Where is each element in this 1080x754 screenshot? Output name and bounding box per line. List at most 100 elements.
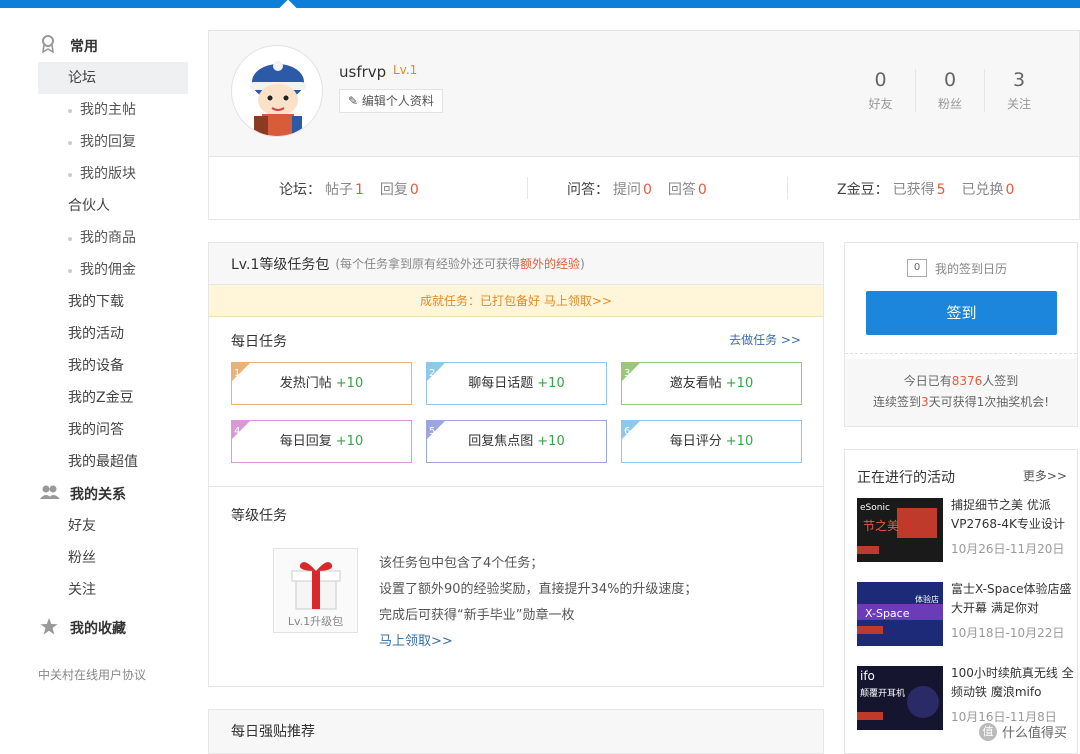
- activity-title[interactable]: 捕捉细节之美 优派VP2768-4K专业设计: [951, 496, 1077, 534]
- task-corner: 1: [232, 363, 250, 381]
- activity-thumbnail[interactable]: eSonic 节之美: [857, 498, 943, 562]
- task-points: +10: [335, 434, 364, 449]
- bean-got-count[interactable]: 5: [937, 182, 946, 198]
- activities-title: 正在进行的活动: [857, 470, 955, 486]
- gift-icon: [291, 562, 340, 610]
- level-badge: Lv.1: [393, 63, 418, 77]
- task-card-5[interactable]: 5 回复焦点图 +10: [426, 420, 607, 463]
- sidebar-item-forum[interactable]: 论坛: [38, 62, 188, 94]
- task-card-3[interactable]: 3 邀友看帖 +10: [621, 362, 802, 405]
- svg-text:ifo: ifo: [860, 669, 875, 683]
- svg-text:体验店: 体验店: [915, 594, 939, 604]
- sign-in-button[interactable]: 签到: [866, 291, 1057, 335]
- activity-title[interactable]: 富士X-Space体验店盛大开幕 满足你对: [951, 580, 1077, 618]
- svg-text:颠覆开耳机: 颠覆开耳机: [860, 687, 905, 699]
- sidebar-item-my-posts[interactable]: 我的主帖: [38, 94, 188, 126]
- stat-label: 关注: [1006, 97, 1031, 111]
- section-label: 常用: [70, 39, 98, 55]
- stat-value: 3: [1012, 69, 1026, 91]
- activity-thumbnail[interactable]: ifo 颠覆开耳机: [857, 666, 943, 730]
- watermark-icon: 值: [978, 722, 997, 741]
- edit-profile-label: 编辑个人资料: [361, 94, 434, 108]
- activity-date: 10月18日-10月22日: [951, 626, 1065, 640]
- edit-profile-button[interactable]: ✎ 编辑个人资料: [339, 89, 443, 113]
- claim-now-link[interactable]: 马上领取>>: [379, 629, 697, 655]
- task-corner: 3: [622, 363, 640, 381]
- ask-count[interactable]: 0: [643, 182, 652, 198]
- section-label: 我的收藏: [70, 621, 126, 637]
- divider: [787, 177, 788, 199]
- replies-label[interactable]: 回复: [380, 182, 408, 198]
- calendar-label: 我的签到日历: [935, 261, 1008, 276]
- sidebar-item-following[interactable]: 关注: [38, 574, 188, 606]
- calendar-icon: 0: [907, 259, 927, 277]
- sidebar-item-friends[interactable]: 好友: [38, 510, 188, 542]
- forum-counts: 论坛： 帖子 1 回复 0: [279, 179, 431, 199]
- daily-header: 每日任务 去做任务 >>: [209, 317, 823, 355]
- section-favorites[interactable]: 我的收藏: [38, 612, 188, 644]
- posts-label[interactable]: 帖子: [325, 182, 353, 198]
- task-label: 发热门帖: [279, 376, 332, 391]
- achievement-banner[interactable]: 成就任务：已打包备好 马上领取>>: [209, 285, 823, 317]
- sidebar-item-best-value[interactable]: 我的最超值: [38, 446, 188, 478]
- stat-fans[interactable]: 0 粉丝: [915, 69, 984, 112]
- sidebar-item-my-goods[interactable]: 我的商品: [38, 222, 188, 254]
- sign-calendar-link[interactable]: 0 我的签到日历: [907, 259, 1007, 277]
- task-card-1[interactable]: 1 发热门帖 +10: [231, 362, 412, 405]
- grade-task-description: 该任务包中包含了4个任务； 设置了额外90的经验奖励，直接提升34%的升级速度；…: [379, 551, 697, 655]
- activity-date: 10月26日-11月20日: [951, 542, 1065, 556]
- upgrade-pack[interactable]: Lv.1升级包: [273, 548, 358, 633]
- stat-friends[interactable]: 0 好友: [846, 69, 915, 112]
- stat-value: 0: [874, 69, 887, 91]
- task-label: 邀友看帖: [669, 376, 722, 391]
- stat-following[interactable]: 3 关注: [984, 69, 1053, 112]
- user-agreement-link[interactable]: 中关村在线用户协议: [38, 666, 188, 683]
- avatar[interactable]: [231, 45, 323, 137]
- task-points: +10: [537, 434, 565, 449]
- profile-card: usfrvp Lv.1 ✎ 编辑个人资料 0 好友 0 粉丝 3 关注 论坛：帖…: [208, 30, 1080, 220]
- sidebar-item-my-commission[interactable]: 我的佣金: [38, 254, 188, 286]
- do-tasks-link[interactable]: 去做任务 >>: [729, 331, 801, 348]
- qa-label: 问答：: [567, 182, 609, 198]
- sidebar-item-downloads[interactable]: 我的下载: [38, 286, 188, 318]
- sign-in-card: 0 我的签到日历 签到 今日已有8376人签到 连续签到3天可获得1次抽奖机会!: [844, 242, 1078, 427]
- sidebar-item-fans[interactable]: 粉丝: [38, 542, 188, 574]
- task-corner: 4: [232, 421, 250, 439]
- more-activities-link[interactable]: 更多>>: [1023, 467, 1067, 484]
- task-pack-note: (每个任务拿到原有经验外还可获得额外的经验): [335, 257, 585, 271]
- site-watermark: 值 什么值得买: [978, 722, 1067, 741]
- task-card-4[interactable]: 4 每日回复 +10: [231, 420, 412, 463]
- task-card-6[interactable]: 6 每日评分 +10: [621, 420, 802, 463]
- bean-used-count[interactable]: 0: [1006, 182, 1015, 198]
- sidebar-item-my-boards[interactable]: 我的版块: [38, 158, 188, 190]
- activity-item[interactable]: X-Space 体验店 富士X-Space体验店盛大开幕 满足你对 10月18日-…: [857, 580, 1077, 664]
- activity-thumbnail[interactable]: X-Space 体验店: [857, 582, 943, 646]
- replies-count[interactable]: 0: [410, 182, 419, 198]
- section-label: 我的关系: [70, 487, 126, 503]
- profile-stats: 0 好友 0 粉丝 3 关注: [846, 69, 1053, 112]
- section-common: 常用: [38, 30, 188, 62]
- task-corner: 6: [622, 421, 640, 439]
- answer-label[interactable]: 回答: [668, 182, 696, 198]
- task-corner: 5: [427, 421, 445, 439]
- upgrade-pack-caption: Lv.1升级包: [287, 615, 344, 628]
- bean-used-label[interactable]: 已兑换: [962, 182, 1004, 198]
- sidebar-item-devices[interactable]: 我的设备: [38, 350, 188, 382]
- bean-counts: Z金豆： 已获得 5 已兑换 0: [837, 179, 1026, 199]
- section-relations: 我的关系: [38, 478, 188, 510]
- activity-item[interactable]: eSonic 节之美 捕捉细节之美 优派VP2768-4K专业设计 10月26日-…: [857, 496, 1077, 580]
- bean-got-label[interactable]: 已获得: [893, 182, 935, 198]
- ask-label[interactable]: 提问: [613, 182, 641, 198]
- sidebar-item-partner[interactable]: 合伙人: [38, 190, 188, 222]
- sidebar-item-qa[interactable]: 我的问答: [38, 414, 188, 446]
- sidebar-item-z-beans[interactable]: 我的Z金豆: [38, 382, 188, 414]
- sidebar-item-my-replies[interactable]: 我的回复: [38, 126, 188, 158]
- task-card-2[interactable]: 2 聊每日话题 +10: [426, 362, 607, 405]
- activity-title[interactable]: 100小时续航真无线 全频动铁 魔浪mifo: [951, 664, 1077, 702]
- answer-count[interactable]: 0: [698, 182, 707, 198]
- sidebar-item-activities[interactable]: 我的活动: [38, 318, 188, 350]
- username: usfrvp: [339, 63, 387, 81]
- bean-label: Z金豆：: [837, 182, 889, 198]
- posts-count[interactable]: 1: [355, 182, 364, 198]
- daily-recommend-header: 每日强贴推荐: [208, 709, 824, 754]
